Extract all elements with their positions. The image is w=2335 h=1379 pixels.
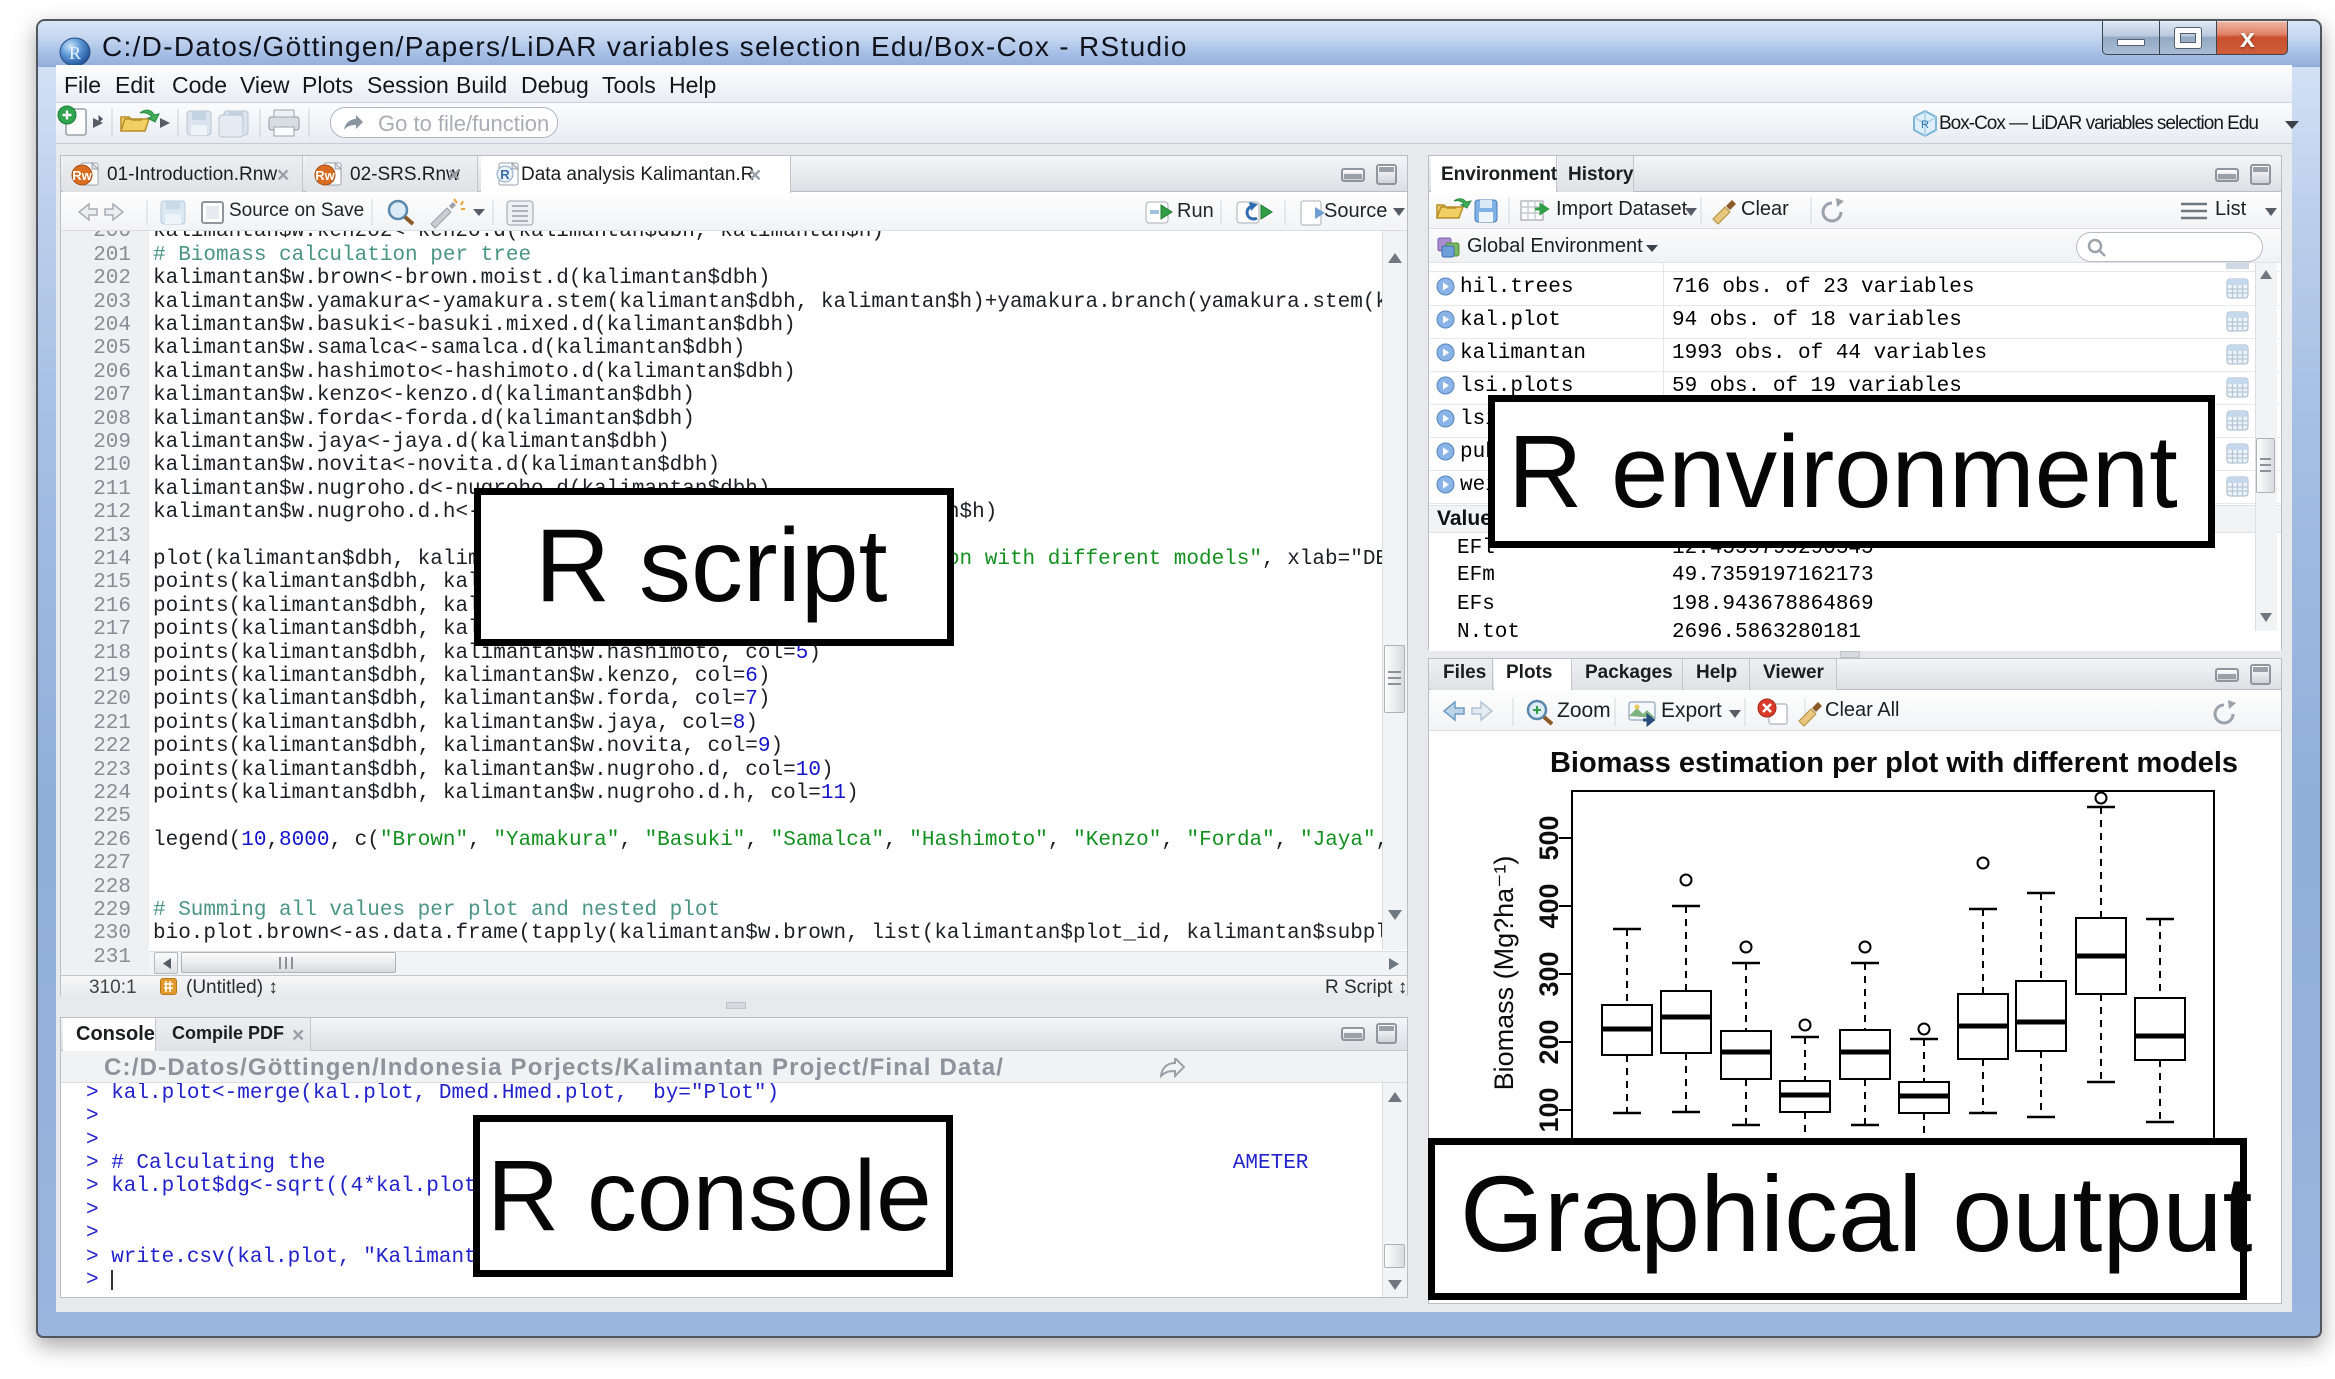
svg-text:100: 100 xyxy=(1534,1087,1564,1132)
svg-text:R: R xyxy=(500,167,510,182)
svg-text:400: 400 xyxy=(1534,883,1564,928)
svg-text:R: R xyxy=(1921,119,1929,131)
svg-text:300: 300 xyxy=(1534,951,1564,996)
svg-text:Rw: Rw xyxy=(315,168,335,183)
svg-text:Biomass (Mg?ha⁻¹): Biomass (Mg?ha⁻¹) xyxy=(1489,856,1519,1091)
svg-text:Rw: Rw xyxy=(72,168,92,183)
svg-text:R: R xyxy=(69,43,81,63)
svg-text:500: 500 xyxy=(1534,815,1564,860)
svg-text:Biomass estimation per plot wi: Biomass estimation per plot with differe… xyxy=(1550,747,2238,779)
svg-text:200: 200 xyxy=(1534,1019,1564,1064)
